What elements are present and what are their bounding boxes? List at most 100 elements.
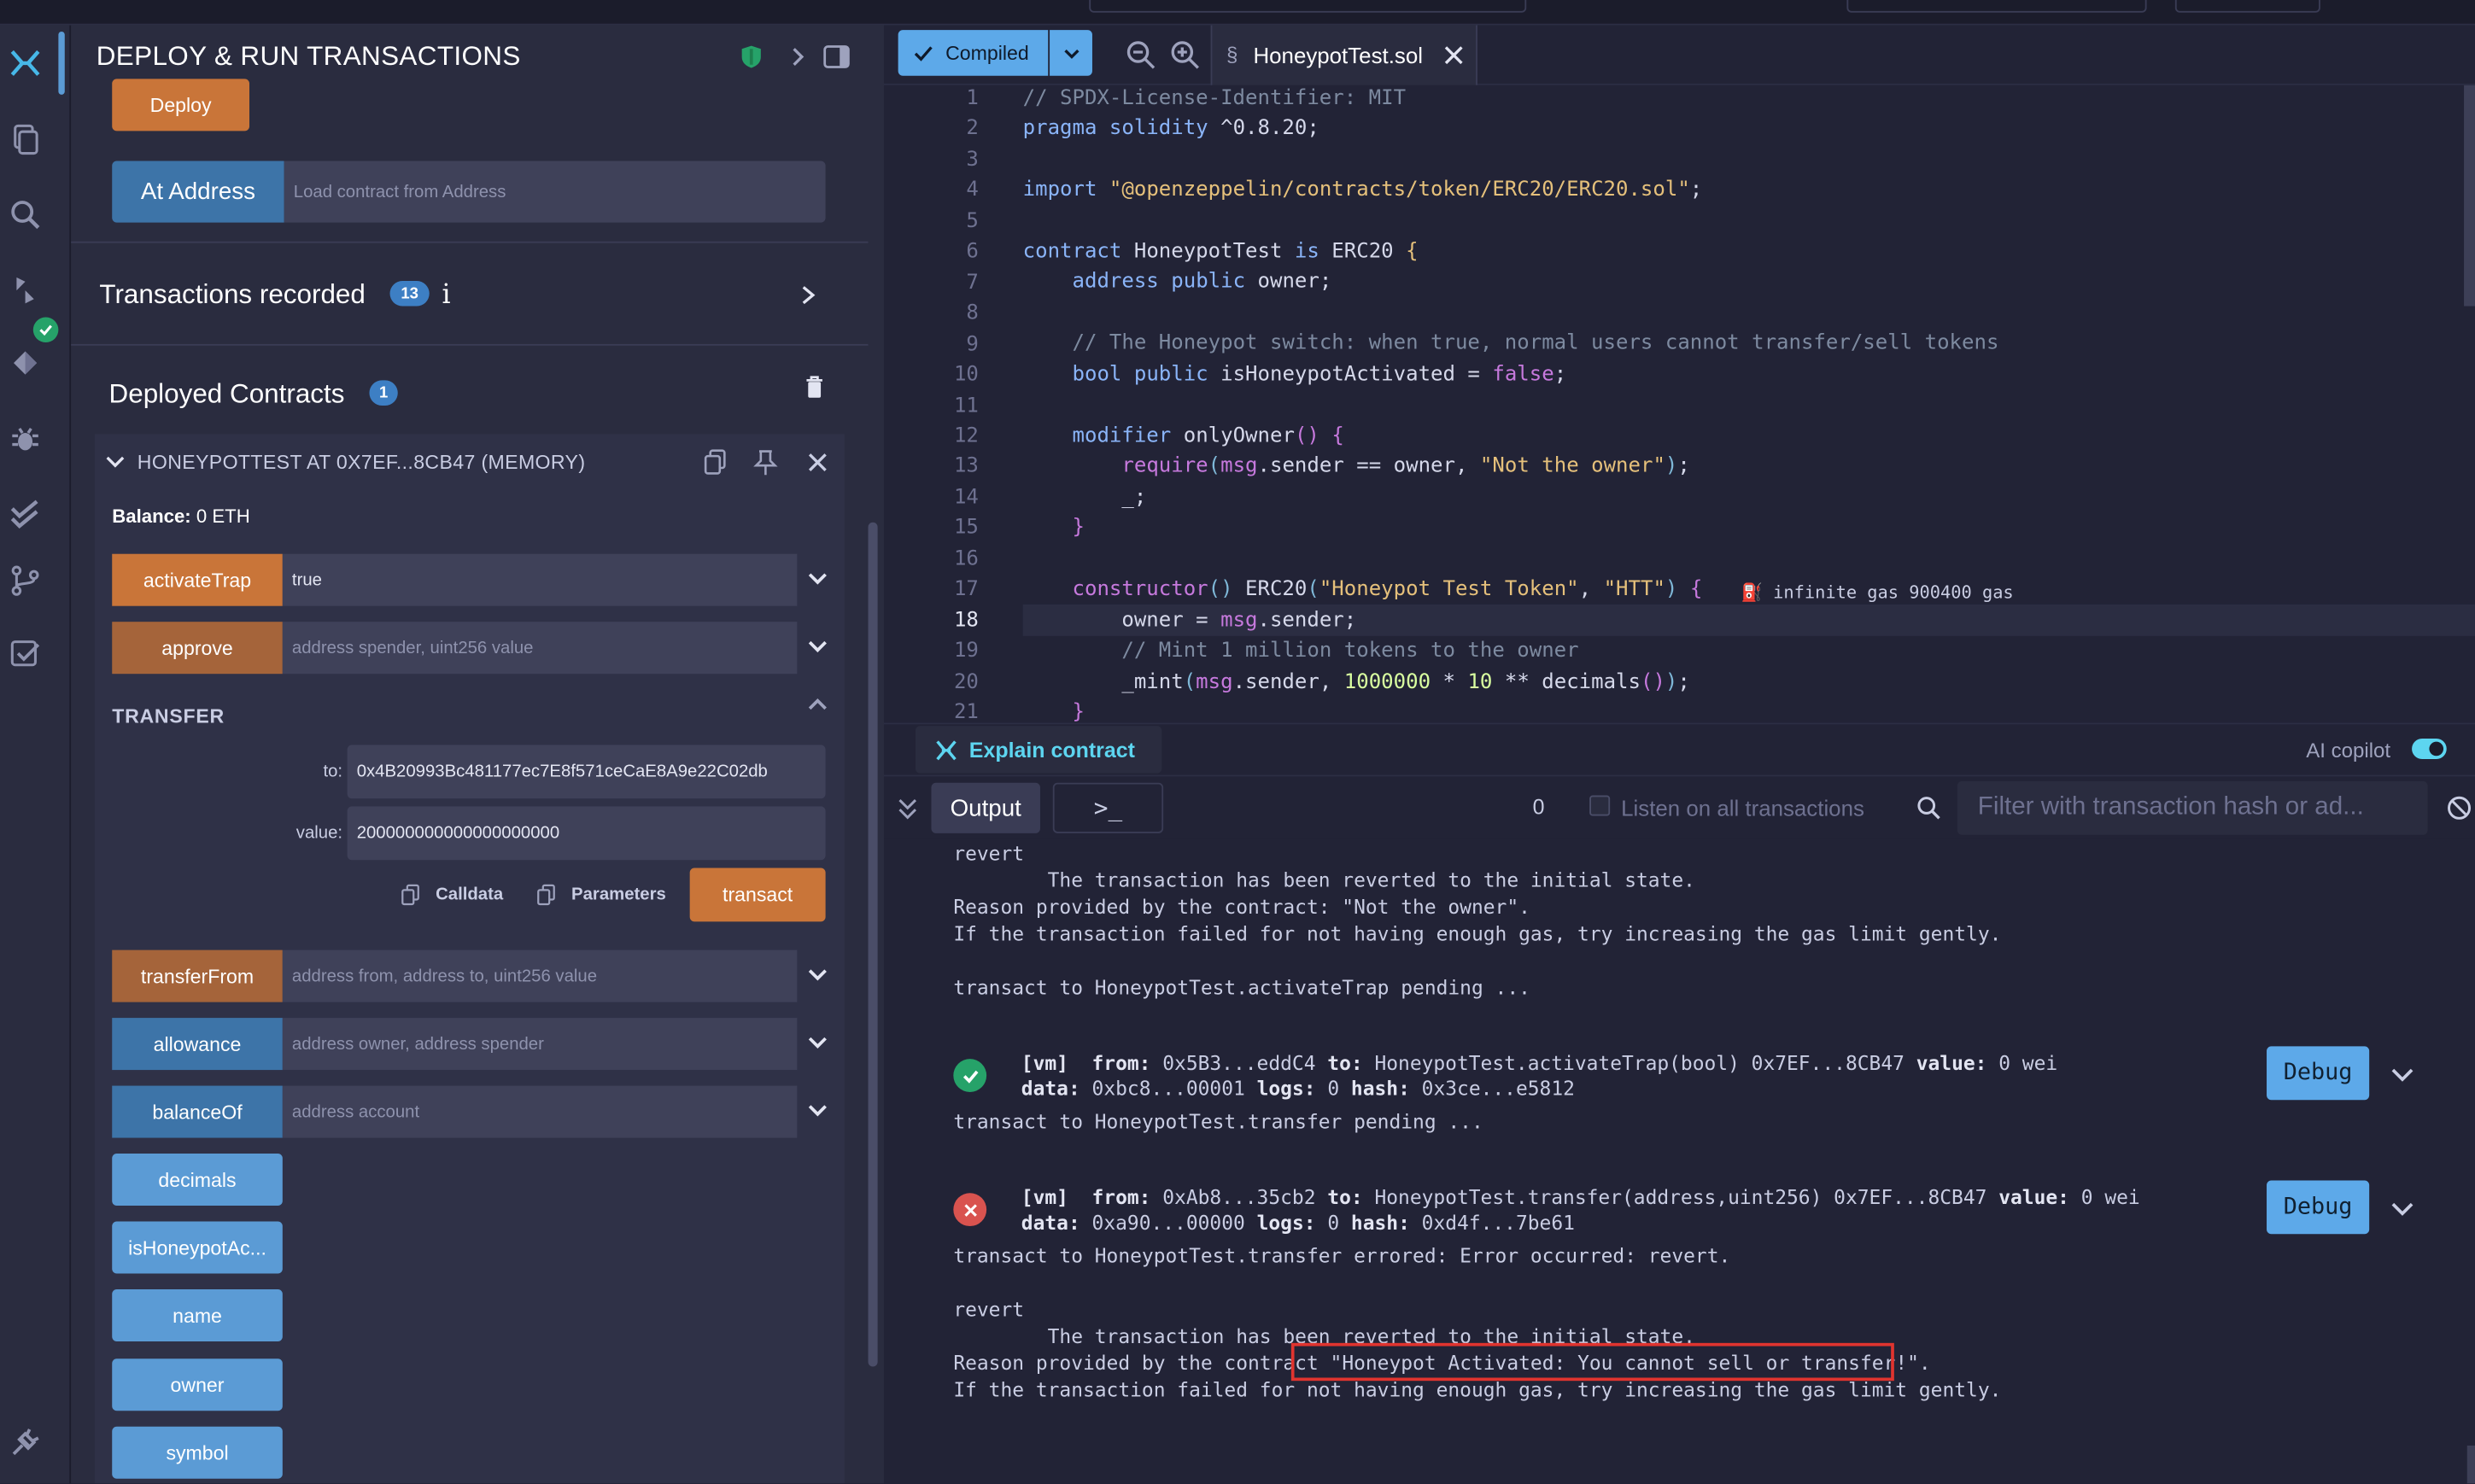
chevron-down-icon[interactable] [2390, 1196, 2415, 1218]
deploy-run-icon[interactable] [6, 344, 44, 382]
decimals-button[interactable]: decimals [112, 1154, 283, 1206]
allowance-input[interactable]: address owner, address spender [282, 1018, 798, 1071]
chevron-down-icon[interactable] [806, 1100, 828, 1122]
tx-hash-label: hash: [1350, 1210, 1410, 1235]
trash-icon[interactable] [804, 374, 826, 400]
chevron-up-icon[interactable] [806, 692, 828, 715]
top-select-box[interactable] [1846, 0, 2147, 13]
at-address-button[interactable]: At Address [112, 161, 284, 223]
zoom-in-icon[interactable] [1170, 39, 1202, 71]
copy-icon[interactable] [702, 448, 728, 476]
listen-checkbox[interactable] [1589, 795, 1611, 816]
verify-contract-icon[interactable] [6, 634, 44, 672]
code-line-12: modifier onlyOwner() { [1072, 424, 1344, 448]
approve-button[interactable]: approve [112, 622, 283, 675]
output-tab[interactable]: Output [931, 782, 1040, 833]
tx-error-line-2[interactable]: data: 0xa90...00000 logs: 0 hash: 0xd4f.… [1021, 1211, 1575, 1235]
calldata-button[interactable]: Calldata [436, 885, 503, 904]
code-editor[interactable]: 1 2 3 4 5 6 7 8 9 10 11 12 13 14 15 16 17 18 19 20 21 // SPD… [883, 85, 2475, 723]
chevron-down-icon[interactable] [806, 568, 828, 590]
top-search-box[interactable] [1089, 0, 1527, 13]
copy-icon[interactable] [536, 884, 555, 906]
debug-button[interactable]: Debug [2267, 1180, 2370, 1235]
chevron-down-icon[interactable] [806, 636, 828, 658]
top-button-box[interactable] [2174, 0, 2320, 13]
code-line-10: bool public isHoneypotActivated = false; [1072, 363, 1567, 387]
transfer-to-input[interactable]: 0x4B20993Bc481177ec7E8f571ceCaE8A9e22C02… [347, 745, 826, 799]
close-icon[interactable] [806, 452, 828, 474]
compile-options-button[interactable] [1050, 30, 1092, 76]
panel-scrollbar[interactable] [868, 522, 878, 1367]
git-branch-icon[interactable] [6, 562, 44, 599]
balance-of-input[interactable]: address account [282, 1085, 798, 1138]
search-icon[interactable] [6, 196, 44, 233]
approve-input[interactable]: address spender, uint256 value [282, 622, 798, 675]
remix-ai-logo-icon[interactable] [6, 44, 44, 82]
active-indicator [58, 31, 65, 95]
chevrons-down-icon[interactable] [897, 795, 919, 821]
line-number: 18 [953, 608, 979, 633]
line-number: 6 [966, 240, 979, 265]
testing-check-icon[interactable] [6, 495, 44, 533]
search-icon[interactable] [1916, 795, 1942, 821]
at-address-input[interactable]: Load contract from Address [284, 161, 826, 223]
zoom-out-icon[interactable] [1126, 39, 1157, 71]
filter-transactions-input[interactable]: Filter with transaction hash or ad... [1957, 780, 2428, 835]
file-tab[interactable]: § HoneypotTest.sol [1210, 25, 1477, 85]
debugger-icon[interactable] [6, 420, 44, 458]
symbol-button[interactable]: symbol [112, 1426, 283, 1479]
ai-copilot-toggle[interactable] [2412, 738, 2447, 759]
tx-error-line-1[interactable]: [vm] from: 0xAb8...35cb2 to: HoneypotTes… [1021, 1185, 2140, 1209]
deploy-button[interactable]: Deploy [112, 79, 250, 131]
line-number: 14 [953, 485, 979, 510]
debug-button[interactable]: Debug [2267, 1046, 2370, 1101]
chevron-down-icon[interactable] [2390, 1062, 2415, 1084]
shield-icon[interactable] [740, 44, 763, 70]
pending-tx-count: 0 [1532, 795, 1545, 820]
explain-contract-button[interactable]: Explain contract [915, 726, 1162, 774]
chevron-down-icon[interactable] [104, 452, 126, 474]
transfer-from-button[interactable]: transferFrom [112, 949, 283, 1002]
activate-trap-button[interactable]: activateTrap [112, 553, 283, 606]
line-number: 4 [966, 178, 979, 203]
terminal-scrollbar[interactable] [2466, 1445, 2475, 1484]
info-icon[interactable]: i [442, 279, 450, 311]
transact-button[interactable]: transact [689, 868, 826, 922]
copy-icon[interactable] [401, 884, 419, 906]
success-check-icon [953, 1059, 987, 1092]
solidity-compiler-icon[interactable] [6, 272, 44, 309]
chevron-down-icon[interactable] [806, 964, 828, 986]
is-honeypot-activated-button[interactable]: isHoneypotAc... [112, 1221, 283, 1274]
tx-success-line-2[interactable]: data: 0xbc8...00001 logs: 0 hash: 0x3ce.… [1021, 1076, 1575, 1100]
tx-hash-value: 0x3ce...e5812 [1409, 1076, 1575, 1101]
solidity-file-icon: § [1226, 42, 1238, 67]
owner-button[interactable]: owner [112, 1358, 283, 1411]
chevron-right-icon[interactable] [797, 283, 819, 308]
chevron-right-icon[interactable] [786, 44, 808, 70]
plugin-manager-icon[interactable] [6, 1423, 44, 1461]
contract-instance-title[interactable]: HONEYPOTTEST AT 0X7EF...8CB47 (MEMORY) [138, 452, 586, 474]
terminal-prompt-tab[interactable]: >_ [1052, 782, 1164, 833]
balance-of-button[interactable]: balanceOf [112, 1085, 283, 1138]
transfer-value-label: value: [295, 823, 343, 843]
chevron-down-icon[interactable] [806, 1032, 828, 1055]
tx-logs-label: logs: [1256, 1076, 1316, 1101]
tx-value-label: value: [1998, 1185, 2069, 1209]
file-explorer-icon[interactable] [6, 120, 44, 157]
pin-icon[interactable] [753, 448, 779, 476]
parameters-button[interactable]: Parameters [571, 885, 666, 904]
transfer-from-input[interactable]: address from, address to, uint256 value [282, 949, 798, 1002]
clear-console-icon[interactable] [2447, 795, 2472, 821]
name-button[interactable]: name [112, 1288, 283, 1341]
allowance-button[interactable]: allowance [112, 1018, 283, 1071]
tx-value-amount: 0 wei [2068, 1185, 2140, 1209]
editor-scrollbar[interactable] [2464, 85, 2475, 307]
close-icon[interactable] [1444, 46, 1463, 65]
code-line-18: owner = msg.sender; [1022, 609, 1357, 634]
panel-layout-icon[interactable] [822, 44, 851, 70]
code-line-7: address public owner; [1072, 270, 1332, 294]
transfer-value-input[interactable]: 200000000000000000000 [347, 806, 826, 861]
activate-trap-input[interactable]: true [282, 553, 798, 606]
tx-success-line-1[interactable]: [vm] from: 0x5B3...eddC4 to: HoneypotTes… [1021, 1051, 2057, 1075]
compiled-status-button[interactable]: Compiled [898, 30, 1049, 76]
